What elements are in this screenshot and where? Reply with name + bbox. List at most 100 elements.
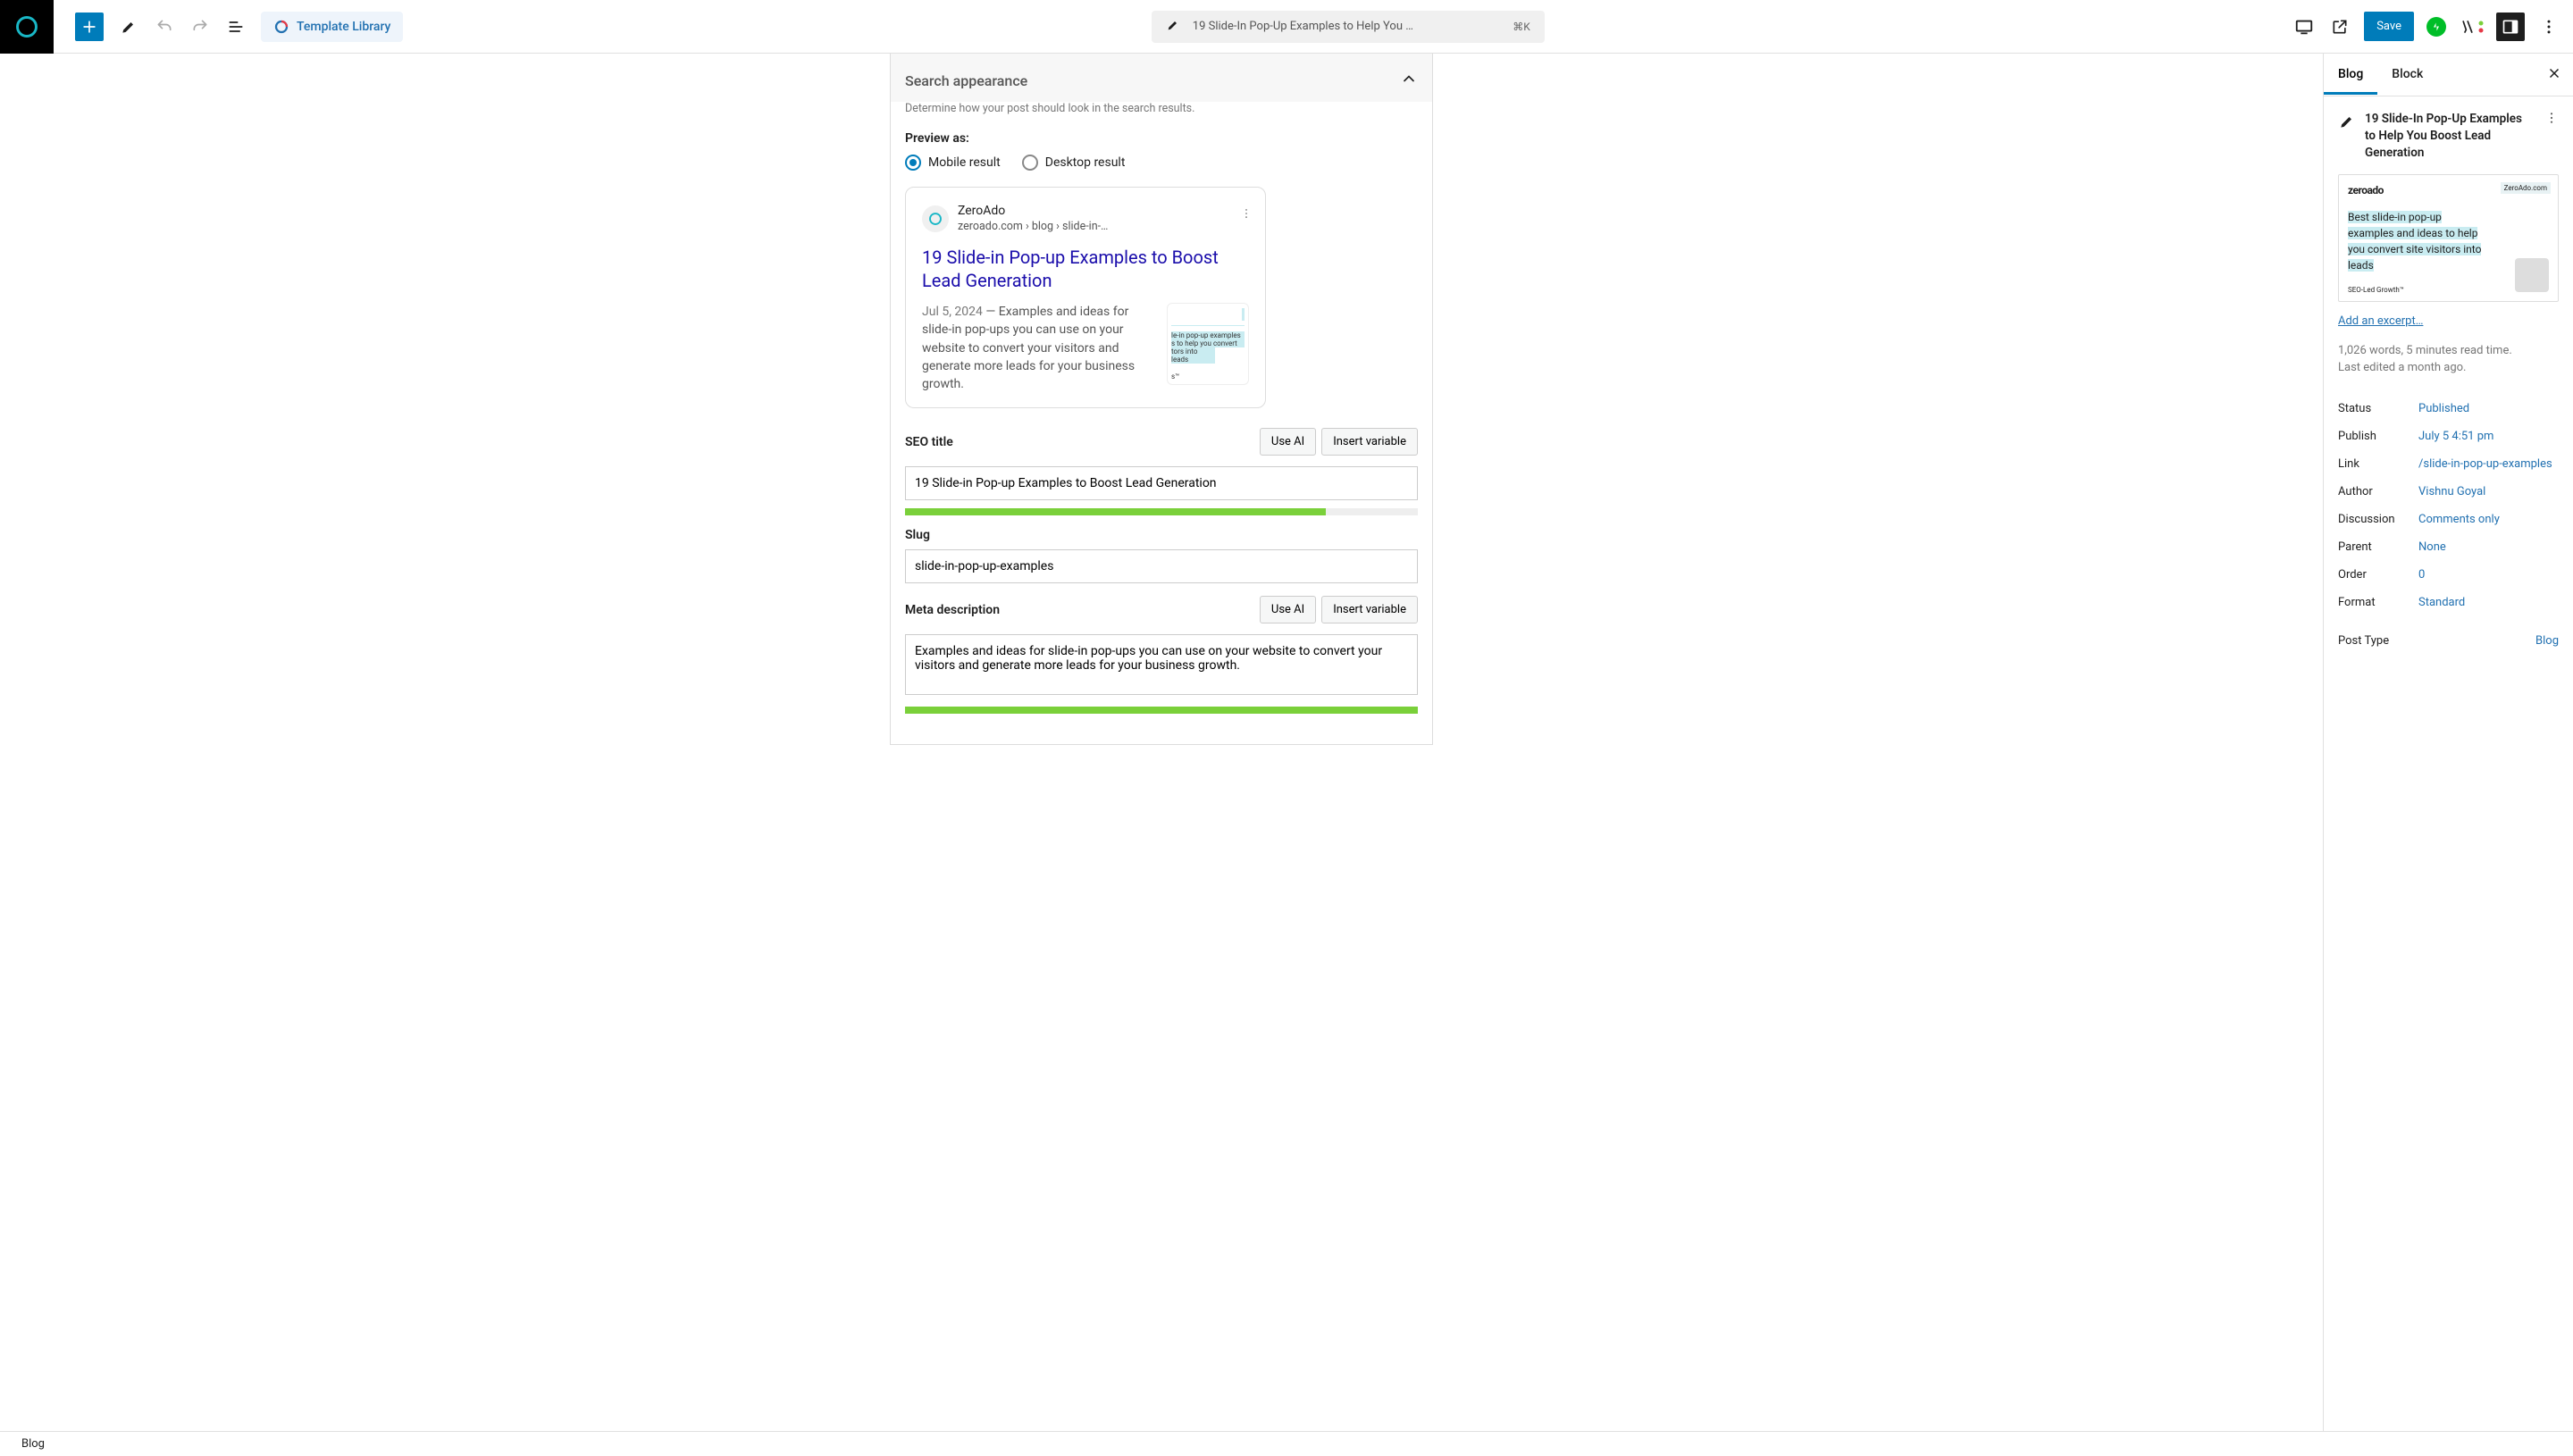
sidebar-toggle-button[interactable] xyxy=(2496,13,2525,41)
outline-icon[interactable] xyxy=(225,16,247,38)
post-type-icon xyxy=(2338,113,2356,130)
prop-parent-value[interactable]: None xyxy=(2418,540,2559,554)
prop-status-value[interactable]: Published xyxy=(2418,402,2559,415)
topbar-center: 19 Slide-In Pop-Up Examples to Help You … xyxy=(410,11,2285,43)
topbar-right-tools: Save xyxy=(2292,12,2566,41)
main: Search appearance Determine how your pos… xyxy=(0,54,2573,1431)
radio-mobile-label: Mobile result xyxy=(928,155,1001,170)
doc-edit-icon xyxy=(1166,18,1180,36)
prop-format: Format Standard xyxy=(2338,589,2559,616)
document-title-text: 19 Slide-In Pop-Up Examples to Help You … xyxy=(1193,20,1500,33)
save-button[interactable]: Save xyxy=(2364,12,2414,41)
prop-publish-value[interactable]: July 5 4:51 pm xyxy=(2418,430,2559,443)
seo-title-label: SEO title xyxy=(905,435,953,449)
feat-url: ZeroAdo.com xyxy=(2501,182,2551,194)
tab-block[interactable]: Block xyxy=(2377,54,2437,95)
footer-breadcrumb: Blog xyxy=(0,1431,2573,1456)
feat-caption: Best slide-in pop-up examples and ideas … xyxy=(2348,209,2482,273)
prop-status: Status Published xyxy=(2338,395,2559,423)
seo-title-input[interactable] xyxy=(905,466,1418,500)
close-sidebar-icon[interactable] xyxy=(2546,65,2562,85)
radio-desktop-label: Desktop result xyxy=(1045,155,1126,170)
prop-format-value[interactable]: Standard xyxy=(2418,596,2559,609)
panel-header[interactable]: Search appearance xyxy=(891,54,1432,102)
post-header: 19 Slide-In Pop-Up Examples to Help You … xyxy=(2338,111,2559,162)
template-library-button[interactable]: Template Library xyxy=(261,12,403,42)
slug-input[interactable] xyxy=(905,549,1418,583)
prop-parent: Parent None xyxy=(2338,533,2559,561)
radio-dot-icon xyxy=(905,155,921,171)
topbar: Template Library 19 Slide-In Pop-Up Exam… xyxy=(0,0,2573,54)
use-ai-button[interactable]: Use AI xyxy=(1260,596,1316,623)
feat-avatar xyxy=(2515,258,2549,292)
insert-variable-button[interactable]: Insert variable xyxy=(1321,596,1418,623)
external-preview-icon[interactable] xyxy=(2328,15,2351,38)
radio-dot-icon xyxy=(1022,155,1038,171)
topbar-left-tools: Template Library xyxy=(61,12,403,42)
meta-description-input[interactable] xyxy=(905,634,1418,695)
document-title-bar[interactable]: 19 Slide-In Pop-Up Examples to Help You … xyxy=(1152,11,1545,43)
sidebar-tabs: Blog Block xyxy=(2324,54,2573,96)
yoast-icon[interactable] xyxy=(2459,18,2484,36)
serp-thumbnail: le-in pop-up examples s to help you conv… xyxy=(1167,303,1249,385)
serp-more-icon xyxy=(1240,207,1253,223)
undo-icon[interactable] xyxy=(154,16,175,38)
seo-slug-block: Slug xyxy=(905,528,1418,583)
shortcut-hint: ⌘K xyxy=(1513,21,1530,33)
prop-publish: Publish July 5 4:51 pm xyxy=(2338,423,2559,450)
template-library-label: Template Library xyxy=(297,20,390,34)
desktop-preview-icon[interactable] xyxy=(2292,15,2316,38)
sidebar-body: 19 Slide-In Pop-Up Examples to Help You … xyxy=(2324,96,2573,1431)
prop-order: Order 0 xyxy=(2338,561,2559,589)
prop-posttype: Post Type Blog xyxy=(2338,627,2559,655)
search-appearance-panel: Search appearance Determine how your pos… xyxy=(890,54,1433,745)
site-logo[interactable] xyxy=(0,0,54,54)
featured-image[interactable]: zeroado ZeroAdo.com Best slide-in pop-up… xyxy=(2338,174,2559,302)
panel-body: Determine how your post should look in t… xyxy=(891,102,1432,744)
post-menu-icon[interactable] xyxy=(2544,111,2559,129)
panel-description: Determine how your post should look in t… xyxy=(905,102,1418,115)
serp-site-name: ZeroAdo xyxy=(958,204,1108,218)
breadcrumb-item[interactable]: Blog xyxy=(21,1437,45,1451)
post-title: 19 Slide-In Pop-Up Examples to Help You … xyxy=(2365,111,2535,162)
panel-title: Search appearance xyxy=(905,72,1027,89)
prop-discussion-value[interactable]: Comments only xyxy=(2418,513,2559,526)
preview-radio-group: Mobile result Desktop result xyxy=(905,155,1418,171)
radio-mobile[interactable]: Mobile result xyxy=(905,155,1001,171)
tab-blog[interactable]: Blog xyxy=(2324,54,2377,95)
edit-tool-icon[interactable] xyxy=(118,16,139,38)
use-ai-button[interactable]: Use AI xyxy=(1260,428,1316,456)
insert-variable-button[interactable]: Insert variable xyxy=(1321,428,1418,456)
serp-preview-card: ZeroAdo zeroado.com › blog › slide-in-… … xyxy=(905,187,1266,408)
serp-description: Jul 5, 2024 — Examples and ideas for sli… xyxy=(922,303,1154,393)
add-excerpt-link[interactable]: Add an excerpt… xyxy=(2338,314,2423,328)
editor-canvas: Search appearance Determine how your pos… xyxy=(0,54,2323,1431)
preview-as-label: Preview as: xyxy=(905,131,1418,146)
seo-meta-block: Meta description Use AI Insert variable xyxy=(905,596,1418,714)
add-block-button[interactable] xyxy=(75,13,104,41)
meta-progress xyxy=(905,707,1418,714)
prop-link-value[interactable]: /slide-in-pop-up-examples xyxy=(2418,457,2559,471)
prop-author: Author Vishnu Goyal xyxy=(2338,478,2559,506)
serp-favicon xyxy=(922,205,949,232)
prop-author-value[interactable]: Vishnu Goyal xyxy=(2418,485,2559,498)
slug-label: Slug xyxy=(905,528,930,542)
serp-title: 19 Slide-in Pop-up Examples to Boost Lea… xyxy=(922,246,1226,292)
seo-title-block: SEO title Use AI Insert variable xyxy=(905,428,1418,515)
redo-icon[interactable] xyxy=(189,16,211,38)
seo-title-progress xyxy=(905,508,1418,515)
post-stats: 1,026 words, 5 minutes read time. Last e… xyxy=(2338,342,2559,377)
jetpack-icon[interactable] xyxy=(2426,17,2446,37)
template-library-icon xyxy=(273,19,289,35)
serp-url: zeroado.com › blog › slide-in-… xyxy=(958,220,1108,233)
settings-sidebar: Blog Block 19 Slide-In Pop-Up Examples t… xyxy=(2323,54,2573,1431)
radio-desktop[interactable]: Desktop result xyxy=(1022,155,1126,171)
serp-date: Jul 5, 2024 xyxy=(922,305,983,319)
prop-posttype-value[interactable]: Blog xyxy=(2418,634,2559,648)
prop-order-value[interactable]: 0 xyxy=(2418,568,2559,582)
prop-discussion: Discussion Comments only xyxy=(2338,506,2559,533)
prop-link: Link /slide-in-pop-up-examples xyxy=(2338,450,2559,478)
meta-label: Meta description xyxy=(905,603,1000,617)
more-options-icon[interactable] xyxy=(2537,15,2560,38)
chevron-up-icon xyxy=(1400,70,1418,91)
